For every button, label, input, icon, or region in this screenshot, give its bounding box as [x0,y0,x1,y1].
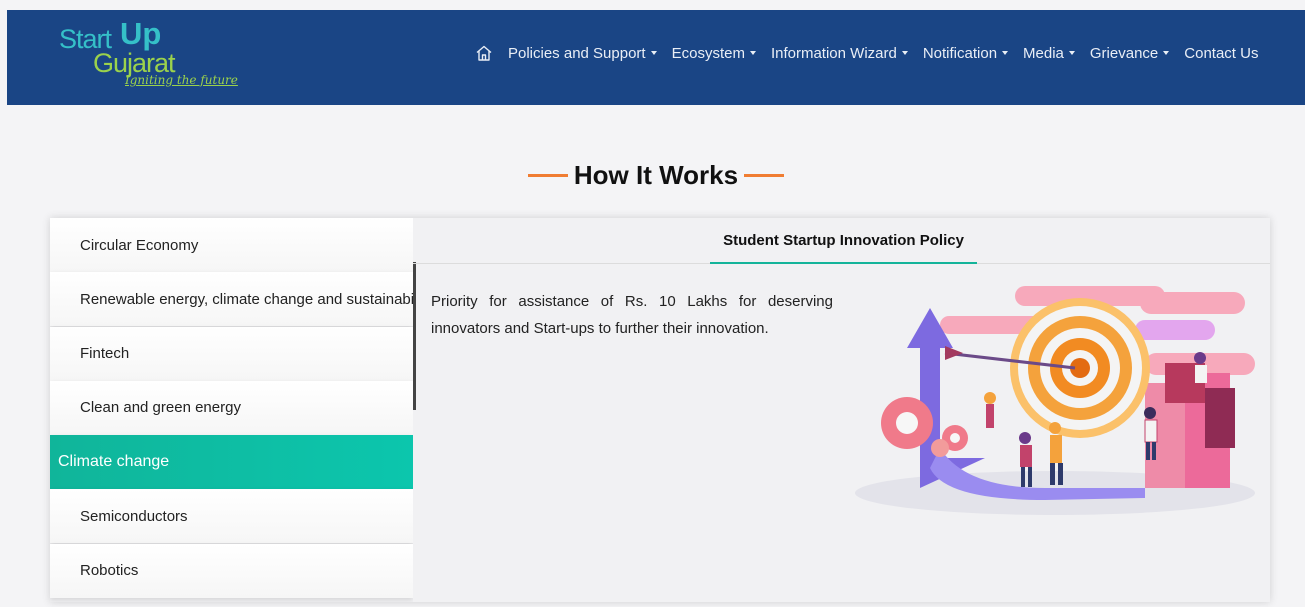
menu-media[interactable]: Media [1023,45,1075,62]
menu-label: Grievance [1089,44,1159,62]
menu-contact-us[interactable]: Contact Us [1184,45,1258,62]
menu-label: Ecosystem [671,44,745,62]
sidebar-item-semiconductors[interactable]: Semiconductors [50,489,413,544]
chevron-down-icon [1002,51,1009,55]
top-navbar: Start Up Gujarat Igniting the future Pol… [7,10,1305,105]
page-title: How It Works [573,160,739,190]
menu-label: Notification [922,44,998,62]
policy-description: Priority for assistance of Rs. 10 Lakhs … [431,293,833,337]
sidebar-item-climate-change[interactable]: Climate change [50,435,413,490]
tab-student-startup-innovation-policy[interactable]: Student Startup Innovation Policy [710,218,977,264]
logo-up-text: Up [120,16,162,51]
sidebar-item-renewable-energy[interactable]: Renewable energy, climate change and sus… [50,272,413,327]
menu-policies-and-support[interactable]: Policies and Support [508,45,657,62]
menu-label: Information Wizard [770,44,897,62]
home-icon[interactable] [475,44,493,62]
menu-notification[interactable]: Notification [922,44,1009,62]
sidebar-scrollbar[interactable] [413,262,416,410]
heading-left-rule [527,174,568,177]
chevron-down-icon [1068,51,1075,55]
sidebar-item-robotics[interactable]: Robotics [50,543,413,598]
section-heading: How It Works [7,160,1305,191]
heading-right-rule [744,174,785,177]
menu-label: Media [1023,44,1064,62]
sector-list[interactable]: Circular Economy Renewable energy, clima… [50,218,413,602]
how-it-works-card: Circular Economy Renewable energy, clima… [50,218,1270,602]
main-menu: Policies and Support Ecosystem Informati… [475,43,1258,63]
target-growth-illustration [855,286,1255,515]
menu-ecosystem[interactable]: Ecosystem [672,45,756,62]
chevron-down-icon [1163,51,1170,55]
chevron-down-icon [901,51,908,55]
policy-tabs: Student Startup Innovation Policy [413,218,1270,264]
page-frame: Start Up Gujarat Igniting the future Pol… [7,10,1305,607]
chevron-down-icon [749,51,756,55]
logo-tagline: Igniting the future [125,73,238,87]
startup-gujarat-logo[interactable]: Start Up Gujarat Igniting the future [59,16,259,96]
chevron-down-icon [650,51,657,55]
menu-label: Policies and Support [508,44,646,62]
menu-grievance[interactable]: Grievance [1089,44,1170,62]
menu-label: Contact Us [1184,44,1259,62]
menu-information-wizard[interactable]: Information Wizard [771,45,908,62]
sidebar-item-circular-economy[interactable]: Circular Economy [50,218,413,272]
sidebar-item-fintech[interactable]: Fintech [50,326,413,381]
sidebar-item-clean-green-energy[interactable]: Clean and green energy [50,380,413,435]
